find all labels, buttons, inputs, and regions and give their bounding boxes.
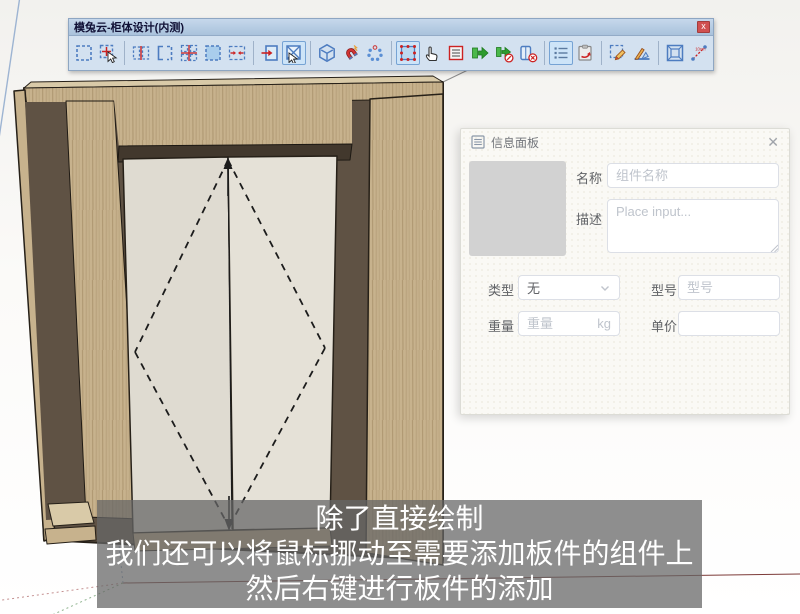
select-frame-icon[interactable]: [72, 41, 96, 65]
type-label: 类型: [488, 280, 514, 299]
model-label: 型号: [651, 280, 677, 299]
collapse-horizontal-icon[interactable]: [225, 41, 249, 65]
toolbar-separator: [253, 41, 254, 65]
box-remove-icon[interactable]: [516, 41, 540, 65]
select-cross-icon[interactable]: [96, 41, 120, 65]
subtitle-overlay: 除了直接绘制 我们还可以将鼠标挪动至需要添加板件的组件上 然后右键进行板件的添加: [97, 500, 702, 608]
svg-text:10cm: 10cm: [695, 47, 706, 52]
plugin-window-title: 模兔云-柜体设计(内测): [74, 19, 697, 35]
draw-pencil-icon[interactable]: [606, 41, 630, 65]
weight-unit: kg: [597, 316, 611, 331]
component-thumbnail[interactable]: [469, 161, 566, 256]
subtitle-line: 我们还可以将鼠标挪动至需要添加板件的组件上: [105, 537, 693, 572]
subtitle-line: 除了直接绘制: [315, 502, 483, 537]
window-close-button[interactable]: x: [697, 21, 710, 33]
wardrobe-model[interactable]: [14, 69, 470, 565]
weight-input[interactable]: [527, 316, 593, 331]
group-dots-icon[interactable]: [363, 41, 387, 65]
split-grid-icon[interactable]: [177, 41, 201, 65]
measure-icon[interactable]: 10cm: [687, 41, 711, 65]
toolbar-separator: [601, 41, 602, 65]
component-cube-icon[interactable]: [315, 41, 339, 65]
toolbar-separator: [391, 41, 392, 65]
panel-list-icon: [471, 135, 485, 149]
name-input[interactable]: [607, 163, 779, 188]
type-select[interactable]: 无: [518, 275, 620, 300]
toolbar-separator: [658, 41, 659, 65]
subtitle-line: 然后右键进行板件的添加: [245, 572, 553, 607]
magnet-icon[interactable]: [339, 41, 363, 65]
hand-select-icon[interactable]: [420, 41, 444, 65]
clipboard-export-icon[interactable]: [573, 41, 597, 65]
export-green-icon[interactable]: [468, 41, 492, 65]
pencil-ruler-icon[interactable]: [630, 41, 654, 65]
export-error-icon[interactable]: [492, 41, 516, 65]
edit-bracket-icon[interactable]: [153, 41, 177, 65]
toolbar-separator: [310, 41, 311, 65]
info-panel-title: 信息面板: [491, 134, 767, 151]
info-panel-icon[interactable]: [549, 41, 573, 65]
fill-panel-icon[interactable]: [201, 41, 225, 65]
toolbar-separator: [544, 41, 545, 65]
info-panel: 信息面板 ✕ 名称 描述 类型 无 型号 重量 kg 单价: [460, 128, 790, 415]
info-panel-header: 信息面板 ✕: [461, 129, 789, 155]
weight-label: 重量: [488, 316, 514, 335]
toolbar-icons: 10cm: [69, 36, 713, 70]
insert-panel-icon[interactable]: [258, 41, 282, 65]
toolbar-separator: [124, 41, 125, 65]
frame-scale-icon[interactable]: [663, 41, 687, 65]
plugin-titlebar[interactable]: 模兔云-柜体设计(内测) x: [69, 19, 713, 36]
type-select-value: 无: [527, 278, 599, 297]
price-input[interactable]: [678, 311, 780, 336]
form-list-icon[interactable]: [444, 41, 468, 65]
plugin-toolbar-window: 模兔云-柜体设计(内测) x 10cm: [68, 18, 714, 71]
panel-close-icon[interactable]: ✕: [767, 135, 779, 149]
split-vertical-icon[interactable]: [129, 41, 153, 65]
model-input[interactable]: [678, 275, 780, 300]
name-label: 名称: [576, 168, 602, 187]
weight-field: kg: [518, 311, 620, 336]
description-label: 描述: [576, 209, 602, 228]
delete-panel-icon[interactable]: [282, 41, 306, 65]
price-label: 单价: [651, 316, 677, 335]
chevron-down-icon: [599, 282, 611, 294]
anchor-points-icon[interactable]: [396, 41, 420, 65]
description-textarea[interactable]: [607, 199, 779, 253]
